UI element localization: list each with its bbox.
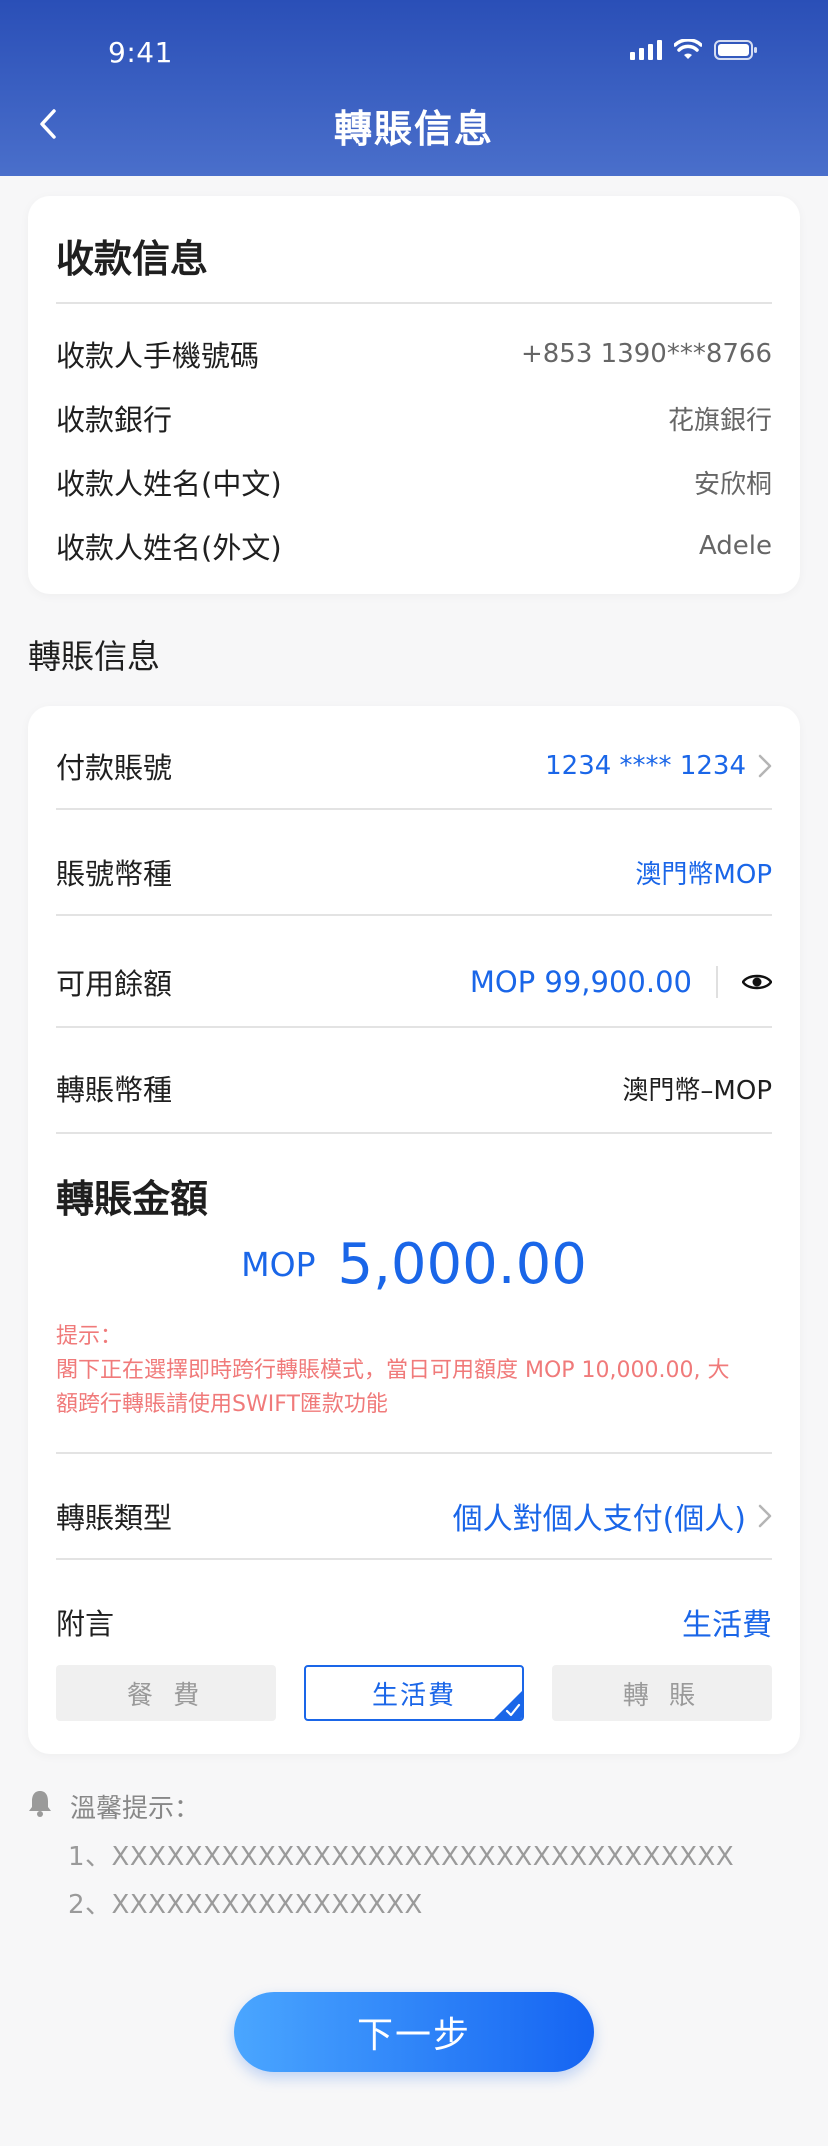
- transfer-type-value: 個人對個人支付(個人): [452, 1502, 746, 1537]
- cellular-signal-icon: [630, 40, 662, 60]
- payee-name-cn-row: 收款人姓名(中文) 安欣桐: [56, 462, 772, 502]
- selected-check-icon: [494, 1691, 522, 1719]
- chevron-right-icon: [758, 1504, 772, 1528]
- available-balance-group: MOP 99,900.00: [470, 965, 772, 999]
- pay-account-row[interactable]: 付款賬號 1234 **** 1234: [56, 736, 772, 796]
- wifi-icon: [674, 39, 702, 61]
- next-step-button[interactable]: 下一步: [234, 1992, 594, 2072]
- payee-name-cn-value: 安欣桐: [693, 469, 772, 500]
- amount-value: 5,000.00: [337, 1232, 587, 1297]
- payee-name-en-row: 收款人姓名(外文) Adele: [56, 526, 772, 566]
- divider: [56, 1558, 772, 1560]
- transfer-amount-label: 轉賬金額: [56, 1177, 209, 1221]
- transfer-amount-input[interactable]: MOP 5,000.00: [28, 1232, 800, 1297]
- status-time: 9:41: [108, 36, 173, 69]
- payee-phone-row: 收款人手機號碼 +853 1390***8766: [56, 334, 772, 374]
- divider: [56, 1452, 772, 1454]
- pay-account-value: 1234 **** 1234: [545, 751, 746, 781]
- transfer-currency-row: 轉賬幣種 澳門幣–MOP: [56, 1058, 772, 1118]
- payee-bank-row: 收款銀行 花旗銀行: [56, 398, 772, 438]
- remark-tag-transfer[interactable]: 轉 賬: [552, 1665, 772, 1721]
- divider: [56, 914, 772, 916]
- available-balance-value: MOP 99,900.00: [469, 965, 692, 999]
- battery-icon: [714, 39, 758, 61]
- payee-phone-label: 收款人手機號碼: [56, 339, 260, 373]
- transfer-type-row[interactable]: 轉賬類型 個人對個人支付(個人): [56, 1484, 772, 1548]
- remark-tags: 餐 費 生活費 轉 賬: [56, 1665, 772, 1721]
- eye-icon[interactable]: [742, 972, 772, 992]
- divider: [56, 302, 772, 304]
- account-currency-row: 賬號幣種 澳門幣MOP: [56, 842, 772, 902]
- payee-bank-label: 收款銀行: [56, 403, 173, 437]
- available-balance-row: 可用餘額 MOP 99,900.00: [56, 950, 772, 1014]
- payee-name-en-value: Adele: [698, 531, 772, 561]
- remark-value[interactable]: 生活費: [682, 1600, 772, 1644]
- hint-line-2: 額跨行轉賬請使用SWIFT匯款功能: [56, 1392, 388, 1417]
- hint-title: 提示：: [56, 1324, 123, 1349]
- hint-line-1: 閣下正在選擇即時跨行轉賬模式，當日可用額度 MOP 10,000.00, 大: [56, 1358, 730, 1383]
- pay-account-selector[interactable]: 1234 **** 1234: [545, 751, 772, 781]
- payee-phone-value: +853 1390***8766: [520, 339, 772, 369]
- page-title: 轉賬信息: [333, 107, 494, 151]
- transfer-section-heading: 轉賬信息: [28, 637, 160, 676]
- remark-tag-living-label: 生活費: [371, 1680, 456, 1711]
- account-currency-value: 澳門幣MOP: [635, 859, 772, 890]
- remark-row: 附言 生活費: [56, 1592, 772, 1652]
- account-currency-label: 賬號幣種: [56, 857, 173, 891]
- payee-bank-value: 花旗銀行: [667, 405, 772, 436]
- divider: [56, 808, 772, 810]
- payee-info-card: 收款信息 收款人手機號碼 +853 1390***8766 收款銀行 花旗銀行 …: [28, 196, 800, 594]
- available-balance-label: 可用餘額: [56, 967, 173, 1001]
- transfer-info-card: 付款賬號 1234 **** 1234 賬號幣種 澳門幣MOP 可用餘額 MOP…: [28, 706, 800, 1754]
- app-header: 9:41 轉賬信息: [0, 0, 828, 176]
- transfer-type-selector[interactable]: 個人對個人支付(個人): [453, 1494, 772, 1538]
- payee-name-en-label: 收款人姓名(外文): [56, 531, 282, 565]
- limit-hint: 提示： 閣下正在選擇即時跨行轉賬模式，當日可用額度 MOP 10,000.00,…: [56, 1320, 772, 1422]
- pay-account-label: 付款賬號: [56, 751, 173, 785]
- bell-icon: [29, 1791, 51, 1817]
- status-icons: [630, 38, 758, 62]
- chevron-right-icon: [758, 754, 772, 778]
- remark-label: 附言: [56, 1607, 115, 1641]
- divider: [56, 1026, 772, 1028]
- amount-currency: MOP: [241, 1245, 316, 1284]
- divider: [56, 1132, 772, 1134]
- tip-item-1: 1、XXXXXXXXXXXXXXXXXXXXXXXXXXXXXXXXXX: [68, 1842, 735, 1872]
- payee-card-title: 收款信息: [56, 237, 209, 281]
- tip-item-2: 2、XXXXXXXXXXXXXXXXX: [68, 1890, 423, 1920]
- separator: [716, 966, 718, 998]
- payee-name-cn-label: 收款人姓名(中文): [56, 467, 282, 501]
- transfer-currency-label: 轉賬幣種: [56, 1073, 173, 1107]
- transfer-type-label: 轉賬類型: [56, 1501, 173, 1535]
- remark-tag-living[interactable]: 生活費: [304, 1665, 524, 1721]
- transfer-currency-value: 澳門幣–MOP: [622, 1075, 772, 1106]
- remark-tag-meal[interactable]: 餐 費: [56, 1665, 276, 1721]
- tips-title: 溫馨提示：: [70, 1794, 201, 1824]
